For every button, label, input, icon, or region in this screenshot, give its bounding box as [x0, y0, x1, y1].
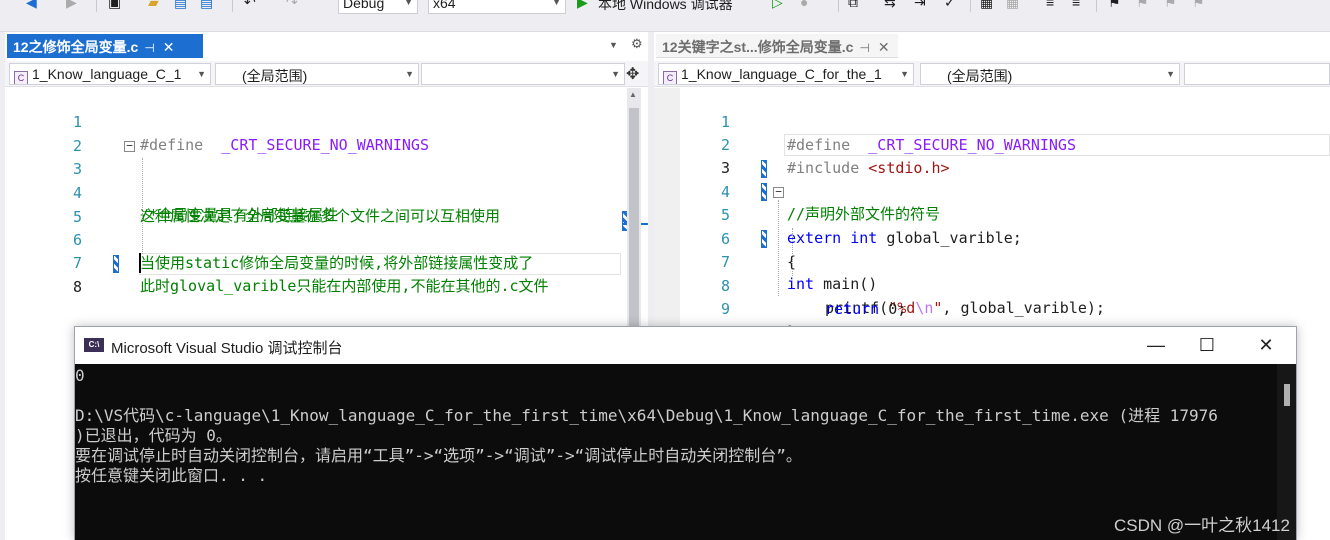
record-icon[interactable]: ● — [800, 0, 808, 12]
code-line: 1 #define _CRT_SECURE_NO_WARNINGS — [72, 113, 429, 154]
gear-icon[interactable]: ⚙ — [631, 36, 643, 52]
code-line: 3 //声明外部文件的符号 — [654, 134, 1330, 223]
close-icon[interactable]: ✕ — [878, 39, 890, 55]
member-combo[interactable]: ▼ — [421, 63, 625, 85]
check-icon[interactable]: ✓ — [944, 0, 956, 12]
open-folder-icon[interactable]: ▰ — [148, 0, 159, 12]
change-marker — [761, 160, 767, 178]
code-line: 7 此时gloval_varible只能在内部使用,不能在其他的.c文件 — [72, 254, 549, 295]
visual-studio-window: ◀ ▶ ▣ ▰ ▤ ▤ ↶ ↷ Debug ▼ x64 ▼ ▶ 本地 Windows… — [0, 0, 1330, 540]
code-line: 8 return 0; — [720, 277, 907, 318]
chevron-down-icon: ▼ — [611, 69, 620, 79]
scrollbar-thumb[interactable] — [1284, 384, 1290, 406]
split-icon[interactable]: ✥ — [626, 64, 639, 84]
console-line: )已退出，代码为 0。 — [75, 426, 232, 445]
project-combo[interactable]: C 1_Know_language_C_1 ▼ — [9, 63, 211, 85]
chevron-down-icon: ▼ — [197, 69, 206, 79]
start-debug-button[interactable]: 本地 Windows 调试器 — [598, 0, 733, 12]
code-line: 6 { — [720, 230, 797, 271]
comment-icon[interactable]: ▦ — [980, 0, 993, 12]
code-line: 2 #include <stdio.h> — [720, 136, 950, 177]
tab-title: 12之修饰全局变量.c — [13, 39, 139, 55]
change-marker — [761, 183, 767, 201]
navigation-bar: C 1_Know_language_C_1 ▼ (全局范围) ▼ ▼ ✥ — [5, 61, 648, 87]
c-file-icon: C — [663, 71, 677, 84]
member-combo[interactable] — [1184, 63, 1330, 85]
code-line: 8 int global_varible = 0; — [5, 253, 621, 365]
browser-link-icon[interactable]: ⧉ — [848, 0, 858, 12]
scrollbar-thumb[interactable] — [629, 108, 639, 328]
code-line: 5 — [72, 208, 82, 226]
forward-icon[interactable]: ▶ — [66, 0, 77, 12]
format-icon[interactable]: ⇆ — [884, 0, 896, 12]
chevron-down-icon: ▼ — [405, 69, 414, 79]
main-toolbar: ◀ ▶ ▣ ▰ ▤ ▤ ↶ ↷ Debug ▼ x64 ▼ ▶ 本地 Windows… — [0, 0, 1330, 32]
code-line: 6 当使用static修饰全局变量的时候,将外部链接属性变成了 — [72, 231, 534, 272]
current-line-highlight — [784, 134, 1330, 156]
tab-left-file[interactable]: 12之修饰全局变量.c ⊣ ✕ — [7, 34, 203, 58]
code-line: 7 printf("%d\n", global_varible); — [654, 228, 1105, 317]
bookmark-clear-icon[interactable]: ⚑ — [1192, 0, 1205, 12]
console-line: D:\VS代码\c-language\1_Know_language_C_for… — [75, 406, 1218, 425]
c-file-icon: C — [14, 71, 28, 84]
current-line-highlight — [139, 253, 621, 275]
chevron-down-icon: ▼ — [404, 0, 413, 7]
start-debug-icon[interactable]: ▶ — [577, 0, 588, 12]
save-icon[interactable]: ▤ — [174, 0, 187, 12]
configuration-combo[interactable]: Debug ▼ — [338, 0, 418, 14]
navigation-bar: C 1_Know_language_C_for_the_1 ▼ (全局范围) ▼ — [654, 61, 1330, 87]
watermark: CSDN @一叶之秋1412 — [1114, 516, 1290, 535]
code-line: 9 } — [720, 300, 796, 341]
code-line: 3 − /*全局变量具有外部链接属性 — [72, 139, 339, 224]
start-without-debug-icon[interactable]: ▷ — [772, 0, 783, 12]
pin-icon[interactable]: ⊣ — [859, 41, 869, 55]
change-marker — [113, 255, 119, 273]
bookmark-list-icon[interactable]: ≡ — [1046, 0, 1054, 12]
uncomment-icon[interactable]: ▦ — [1006, 0, 1019, 12]
collapse-icon[interactable]: − — [773, 186, 784, 198]
bookmark-next-icon[interactable]: ⚑ — [1164, 0, 1177, 12]
debug-console-window: C:\ Microsoft Visual Studio 调试控制台 — ☐ ✕ … — [74, 326, 1297, 540]
project-combo[interactable]: C 1_Know_language_C_for_the_1 ▼ — [658, 63, 914, 85]
close-button[interactable]: ✕ — [1251, 333, 1281, 357]
scroll-up-icon[interactable]: ▲ — [629, 90, 637, 99]
console-line: 要在调试停止时自动关闭控制台，请启用“工具”->“选项”->“调试”->“调试停… — [75, 446, 802, 465]
chevron-down-icon: ▼ — [552, 0, 561, 7]
pin-icon[interactable]: ⊣ — [144, 41, 154, 55]
collapse-icon[interactable]: − — [124, 140, 135, 152]
scope-combo[interactable]: (全局范围) ▼ — [215, 63, 419, 85]
code-line: 4 这种属性决定了全局变量在多个文件之间可以互相使用 — [72, 184, 501, 225]
redo-icon[interactable]: ↷ — [286, 0, 298, 12]
new-item-icon[interactable]: ▣ — [108, 0, 121, 12]
tab-overflow-icon[interactable]: ▼ — [609, 40, 618, 50]
save-all-icon[interactable]: ▤ — [200, 0, 213, 12]
maximize-button[interactable]: ☐ — [1192, 333, 1222, 357]
close-icon[interactable]: ✕ — [163, 39, 175, 55]
code-line: 5 − int main() — [720, 183, 878, 293]
change-marker — [761, 230, 767, 248]
console-output[interactable]: 0 D:\VS代码\c-language\1_Know_language_C_f… — [75, 364, 1278, 540]
console-title: Microsoft Visual Studio 调试控制台 — [111, 340, 343, 357]
minimize-button[interactable]: — — [1141, 333, 1171, 357]
code-line: 4 extern int global_varible; — [654, 158, 1022, 247]
scope-combo[interactable]: (全局范围) ▼ — [920, 63, 1180, 85]
tab-right-file[interactable]: 12关键字之st...修饰全局变量.c ⊣ ✕ — [656, 34, 898, 58]
tab-title: 12关键字之st...修饰全局变量.c — [662, 39, 854, 55]
chevron-down-icon: ▼ — [1166, 69, 1175, 79]
undo-icon[interactable]: ↶ — [244, 0, 256, 12]
bookmark-prev-icon[interactable]: ⚑ — [1136, 0, 1149, 12]
indent-icon[interactable]: ⇥ — [914, 0, 926, 12]
text-cursor — [139, 253, 141, 273]
console-line: 按任意键关闭此窗口. . . — [75, 466, 268, 485]
bookmark-icon[interactable]: ⚑ — [1108, 0, 1121, 12]
console-line: 0 — [75, 366, 85, 385]
back-icon[interactable]: ◀ — [26, 0, 37, 12]
code-line: 2 — [72, 137, 82, 155]
chevron-down-icon: ▼ — [900, 69, 909, 79]
code-line: 1 #define _CRT_SECURE_NO_WARNINGS — [720, 113, 1076, 154]
bookmark-list2-icon[interactable]: ≡ — [1072, 0, 1080, 12]
console-app-icon: C:\ — [84, 338, 104, 352]
console-titlebar[interactable]: C:\ Microsoft Visual Studio 调试控制台 — ☐ ✕ — [75, 327, 1296, 364]
platform-combo[interactable]: x64 ▼ — [428, 0, 566, 14]
